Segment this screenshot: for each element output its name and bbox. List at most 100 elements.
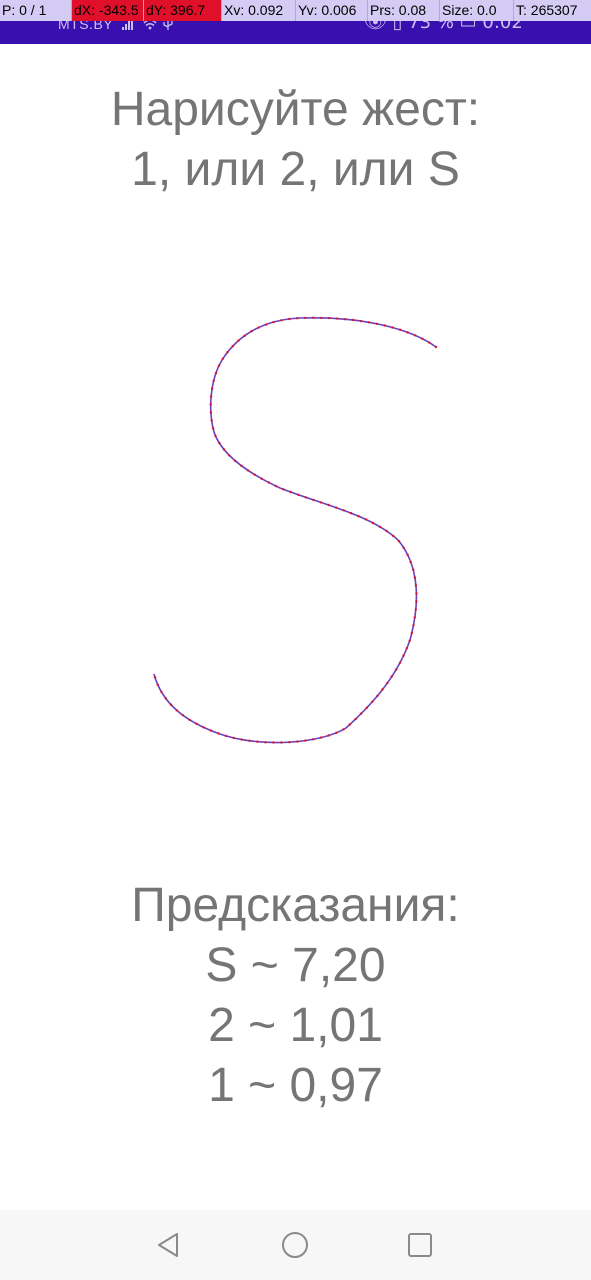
gesture-point [304,739,307,742]
gesture-point [209,411,213,414]
gesture-point [413,334,417,337]
gesture-point [406,331,409,334]
gesture-point [378,525,382,529]
gesture-point [210,419,213,422]
gesture-point [218,441,221,445]
pointer-xv: Xv: 0.092 [222,0,296,21]
gesture-point [257,326,260,329]
gesture-point [381,688,384,691]
gesture-point [336,317,339,320]
gesture-point [383,324,386,327]
gesture-point [214,434,217,438]
gesture-point [234,459,237,463]
gesture-point [334,506,338,509]
gesture-point [312,316,315,319]
gesture-point [385,529,388,533]
gesture-point [175,709,178,712]
gesture-point [367,321,371,324]
gesture-point [264,741,267,744]
back-icon[interactable] [151,1228,185,1262]
gesture-point [304,316,307,320]
gesture-point [434,345,438,349]
gesture-point [414,608,417,611]
gesture-point [231,345,234,348]
gesture-point [209,403,212,406]
gesture-point [412,624,415,627]
gesture-point [248,739,251,742]
gesture-point [390,675,393,678]
gesture-point [188,718,191,721]
gesture-point [406,553,409,556]
predictions-title: Предсказания: [131,879,460,932]
gesture-point [402,654,405,657]
gesture-point [391,326,394,329]
gesture-point [371,700,374,703]
prediction-item-2: 2 ~ 1,01 [208,999,383,1052]
gesture-point [272,320,275,324]
gesture-point [413,576,417,579]
home-icon[interactable] [278,1228,312,1262]
gesture-point [181,714,185,717]
gesture-point [344,318,347,321]
gesture-point [232,736,235,740]
gesture-point [365,706,369,709]
pointer-location-overlay: P: 0 / 1 dX: -343.5 dY: 396.7 Xv: 0.092 … [0,0,591,22]
recents-icon[interactable] [403,1228,437,1262]
gesture-point [397,540,401,543]
gesture-stroke [153,316,437,744]
gesture-point [412,568,415,571]
gesture-canvas[interactable] [0,220,591,860]
navigation-bar [0,1210,591,1280]
gesture-point [214,371,218,375]
gesture-point [217,364,221,367]
pointer-yv: Yv: 0.006 [296,0,368,21]
gesture-point [156,683,159,686]
gesture-point [386,681,389,685]
gesture-point [289,490,292,494]
gesture-point [250,330,253,333]
gesture-point [335,731,338,734]
gesture-prompt: Нарисуйте жест: 1, или 2, или S [0,80,591,200]
pointer-dy: dY: 396.7 [144,0,222,21]
gesture-point [348,723,351,726]
gesture-point [280,319,283,322]
prediction-item-3: 1 ~ 0,97 [208,1059,383,1112]
gesture-point [246,469,250,472]
gesture-point [364,518,368,521]
gesture-point [402,546,405,549]
gesture-point [153,676,157,679]
gesture-point [398,661,402,664]
gesture-point [409,560,412,564]
gesture-point [224,734,228,738]
gesture-point [217,732,220,735]
gesture-point [240,738,243,741]
gesture-point [282,488,285,491]
screen: MTS.BY 👁 ▯ 73 % ▭ 0:02 P: 0 / 1 dX: -343… [0,0,591,1280]
gesture-point [169,703,173,706]
gesture-point [212,379,215,382]
gesture-point [164,697,167,700]
gesture-point [413,616,416,619]
gesture-point [342,509,345,512]
gesture-point [415,600,418,603]
gesture-point [328,316,331,320]
gesture-point [260,477,263,480]
gesture-point [352,318,355,322]
gesture-point [371,521,375,525]
gesture-point [312,738,315,741]
gesture-point [349,512,353,515]
gesture-point [405,647,408,650]
gesture-point [327,734,330,737]
pointer-pressure: Prs: 0.08 [368,0,440,21]
gesture-point [264,323,268,326]
pointer-dx: dX: -343.5 [72,0,144,21]
predictions-panel: Предсказания: S ~ 7,20 2 ~ 1,01 1 ~ 0,97 [0,876,591,1116]
gesture-point [394,668,398,671]
gesture-point [274,484,278,488]
gesture-point [359,319,363,323]
gesture-point [421,337,424,340]
gesture-point [376,694,379,697]
gesture-point [160,690,163,694]
gesture-point [319,501,323,504]
gesture-point [226,351,229,354]
